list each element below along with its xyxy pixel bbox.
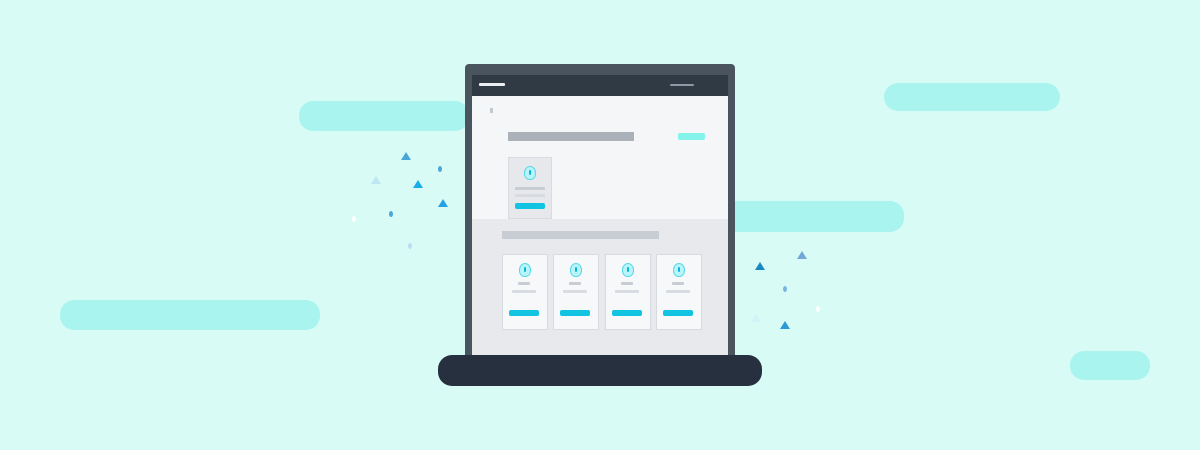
profile-card-icon xyxy=(553,254,599,330)
cloud-bottom-right-icon xyxy=(1070,351,1150,380)
profile-avatar-icon xyxy=(622,263,634,277)
cloud-top-left-icon xyxy=(299,101,469,131)
profile-avatar-icon xyxy=(524,166,536,180)
profile-line-placeholder xyxy=(615,290,639,293)
laptop-base-icon xyxy=(438,355,762,386)
profile-button-placeholder xyxy=(612,310,642,316)
spark-right-1-icon xyxy=(755,262,765,270)
profile-line-placeholder xyxy=(518,282,530,285)
profile-card-icon xyxy=(502,254,548,330)
spark-right-3-icon xyxy=(780,321,790,329)
spark-left-2-icon xyxy=(371,176,381,184)
dot-left-2-icon xyxy=(389,211,393,217)
profile-card-icon xyxy=(605,254,651,330)
profile-avatar-icon xyxy=(570,263,582,277)
spark-right-2-icon xyxy=(797,251,807,259)
profile-line-placeholder xyxy=(666,290,690,293)
profile-card-icon xyxy=(508,157,552,219)
spark-left-4-icon xyxy=(438,199,448,207)
laptop-icon xyxy=(465,64,735,357)
profile-button-placeholder xyxy=(663,310,693,316)
dot-right-2-icon xyxy=(816,306,820,312)
profile-button-placeholder xyxy=(515,203,545,209)
spark-left-3-icon xyxy=(413,180,423,188)
profile-line-placeholder xyxy=(512,290,536,293)
header-link-placeholder-icon xyxy=(670,84,694,86)
profile-line-placeholder xyxy=(621,282,633,285)
spark-left-1-icon xyxy=(401,152,411,160)
logo-placeholder-icon xyxy=(479,83,505,86)
dot-right-1-icon xyxy=(783,286,787,292)
illustration-scene xyxy=(0,0,1200,450)
cloud-top-right-icon xyxy=(884,83,1060,111)
dot-left-1-icon xyxy=(438,166,442,172)
profile-avatar-icon xyxy=(673,263,685,277)
laptop-display xyxy=(472,75,728,357)
dot-left-4-icon xyxy=(408,243,412,249)
profile-line-placeholder xyxy=(672,282,684,285)
top-action-placeholder xyxy=(678,133,705,140)
profile-button-placeholder xyxy=(509,310,539,316)
profile-line-placeholder xyxy=(563,290,587,293)
profile-line-placeholder xyxy=(515,194,545,197)
back-mark-icon xyxy=(490,108,493,113)
app-header-icon xyxy=(472,75,728,96)
profile-section xyxy=(472,219,728,357)
section-heading-placeholder xyxy=(502,231,659,239)
profile-avatar-icon xyxy=(519,263,531,277)
profile-card-icon xyxy=(656,254,702,330)
profile-button-placeholder xyxy=(560,310,590,316)
dot-left-3-icon xyxy=(352,216,356,222)
profile-line-placeholder xyxy=(515,187,545,190)
profile-line-placeholder xyxy=(569,282,581,285)
cloud-bottom-left-icon xyxy=(60,300,320,330)
page-heading-placeholder xyxy=(508,132,634,141)
spark-right-4-icon xyxy=(751,314,761,322)
